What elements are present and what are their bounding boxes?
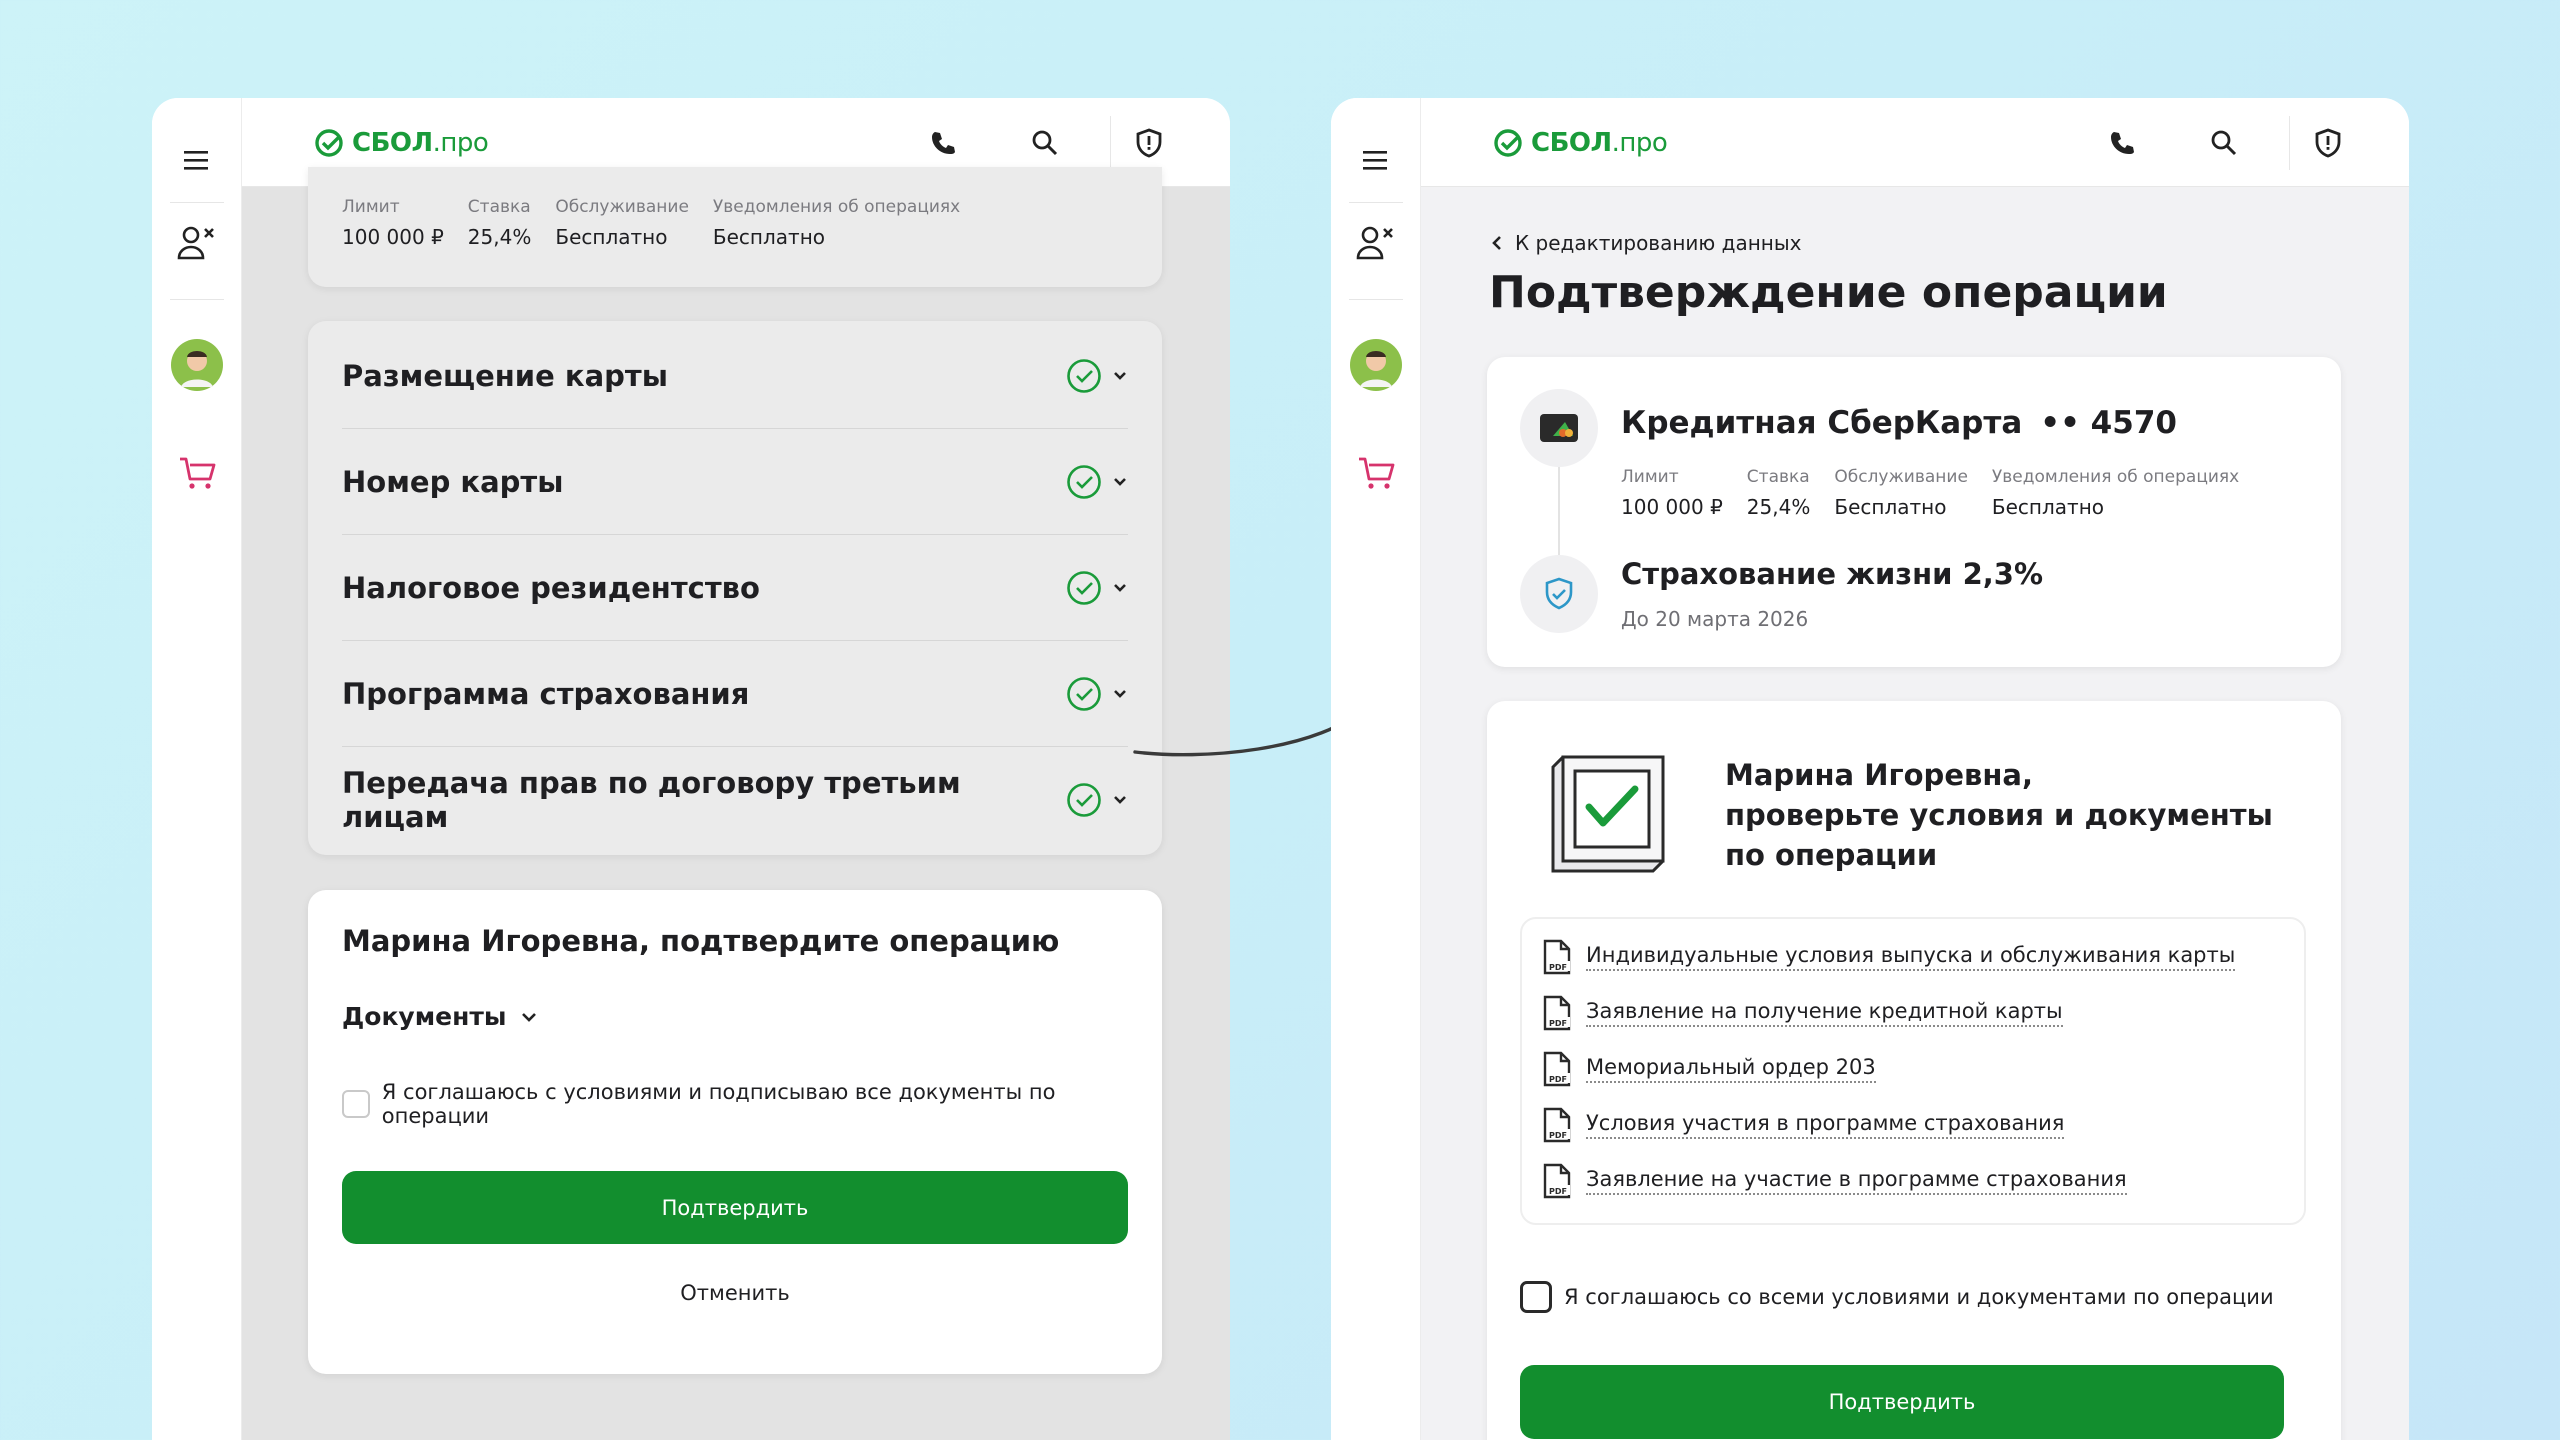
- brand-name: СБОЛ: [1531, 128, 1612, 158]
- product-summary-card: Кредитная СберКарта •• 4570 Лимит 100 000…: [1487, 357, 2341, 667]
- check-circle-icon: [1067, 464, 1101, 499]
- chevron-left-icon: [1492, 236, 1501, 250]
- svg-text:PDF: PDF: [1549, 963, 1567, 972]
- avatar[interactable]: [1331, 338, 1421, 392]
- cart-icon[interactable]: [152, 452, 242, 494]
- confirm-card: Марина Игоревна, подтвердите операцию До…: [308, 890, 1162, 1374]
- brand-logo[interactable]: СБОЛ.про: [314, 128, 489, 158]
- document-item[interactable]: PDF Индивидуальные условия выпуска и обс…: [1542, 929, 2284, 985]
- confirm-operation-button[interactable]: Подтвердить: [1520, 1365, 2284, 1439]
- pdf-file-icon: PDF: [1543, 995, 1571, 1031]
- card-masked-number: •• 4570: [2040, 405, 2177, 441]
- cancel-button[interactable]: Отменить: [342, 1268, 1128, 1318]
- sber-logo-icon: [1494, 129, 1522, 157]
- summary-card: Лимит 100 000 ₽ Ставка 25,4% Обслуживание Б…: [308, 167, 1162, 287]
- page-title: Подтверждение операции: [1489, 267, 2168, 318]
- review-heading: Марина Игоревна, проверьте условия и док…: [1725, 758, 2273, 872]
- brand-suffix: .про: [1611, 128, 1668, 158]
- summary-notifications: Уведомления об операциях Бесплатно: [712, 197, 961, 249]
- agree-checkbox[interactable]: [342, 1090, 370, 1118]
- signed-document-icon: [1545, 749, 1675, 883]
- insurance-until: До 20 марта 2026: [1621, 607, 1809, 631]
- summary-limit: Лимит 100 000 ₽: [342, 197, 444, 249]
- back-link[interactable]: К редактированию данных: [1491, 231, 1801, 255]
- document-item[interactable]: PDF Заявление на участие в программе стр…: [1542, 1153, 2284, 1209]
- document-item[interactable]: PDF Мемориальный ордер 203: [1542, 1041, 2284, 1097]
- agree-all-checkbox[interactable]: [1520, 1281, 1552, 1313]
- pdf-file-icon: PDF: [1543, 1051, 1571, 1087]
- card-rate: Ставка 25,4%: [1746, 467, 1811, 519]
- check-circle-icon: [1067, 570, 1101, 605]
- accordion-row-insurance[interactable]: Программа страхования: [342, 641, 1128, 747]
- right-window: СБОЛ.про К редактированию данных Подтвер…: [1331, 98, 2409, 1440]
- menu-icon[interactable]: [1331, 140, 1421, 180]
- confirm-button[interactable]: Подтвердить: [342, 1171, 1128, 1244]
- check-circle-icon: [1067, 783, 1101, 817]
- svg-text:PDF: PDF: [1549, 1019, 1567, 1028]
- chevron-down-icon: [1114, 583, 1126, 592]
- search-icon[interactable]: [2207, 126, 2241, 160]
- top-header: СБОЛ.про: [1421, 98, 2409, 187]
- security-shield-icon[interactable]: [1132, 126, 1166, 160]
- brand-logo[interactable]: СБОЛ.про: [1493, 128, 1668, 158]
- summary-rate: Ставка 25,4%: [467, 197, 532, 249]
- side-rail: [152, 98, 242, 1440]
- pdf-file-icon: PDF: [1543, 1107, 1571, 1143]
- credit-card-icon: [1520, 389, 1598, 467]
- confirm-title: Марина Игоревна, подтвердите операцию: [342, 924, 1060, 958]
- pdf-file-icon: PDF: [1543, 1163, 1571, 1199]
- left-window: СБОЛ.про Лимит 100 000 ₽ Ставка 25,4% Обсл…: [152, 98, 1230, 1440]
- security-shield-icon[interactable]: [2311, 126, 2345, 160]
- accordion-row-placement[interactable]: Размещение карты: [342, 323, 1128, 429]
- accordion-row-rights-transfer[interactable]: Передача прав по договору третьим лицам: [342, 747, 1128, 853]
- sber-logo-icon: [315, 129, 343, 157]
- svg-text:PDF: PDF: [1549, 1187, 1567, 1196]
- left-content: Лимит 100 000 ₽ Ставка 25,4% Обслуживание Б…: [242, 167, 1230, 1440]
- card-limit: Лимит 100 000 ₽: [1621, 467, 1723, 519]
- brand-name: СБОЛ: [352, 128, 433, 158]
- chevron-down-icon: [1114, 371, 1126, 380]
- side-rail: [1331, 98, 1421, 1440]
- svg-text:PDF: PDF: [1549, 1075, 1567, 1084]
- phone-icon[interactable]: [926, 126, 960, 160]
- avatar[interactable]: [152, 338, 242, 392]
- insurance-title: Страхование жизни 2,3%: [1621, 557, 2044, 591]
- agree-all-text: Я соглашаюсь со всеми условиями и докуме…: [1564, 1285, 2274, 1309]
- documents-toggle[interactable]: Документы: [342, 1002, 538, 1031]
- check-circle-icon: [1067, 676, 1101, 711]
- accordion-row-card-number[interactable]: Номер карты: [342, 429, 1128, 535]
- review-documents-card: Марина Игоревна, проверьте условия и док…: [1487, 701, 2341, 1440]
- chevron-down-icon: [1114, 796, 1126, 804]
- user-remove-icon[interactable]: [152, 218, 242, 268]
- card-service: Обслуживание Бесплатно: [1834, 467, 1968, 519]
- document-item[interactable]: PDF Заявление на получение кредитной кар…: [1542, 985, 2284, 1041]
- phone-icon[interactable]: [2105, 126, 2139, 160]
- chevron-down-icon: [1114, 477, 1126, 486]
- search-icon[interactable]: [1028, 126, 1062, 160]
- pdf-file-icon: PDF: [1543, 939, 1571, 975]
- documents-label: Документы: [342, 1002, 507, 1031]
- accordion-row-tax-residency[interactable]: Налоговое резидентство: [342, 535, 1128, 641]
- sections-accordion: Размещение карты Номер карты Налоговое р…: [308, 321, 1162, 855]
- user-remove-icon[interactable]: [1331, 218, 1421, 268]
- card-notifications: Уведомления об операциях Бесплатно: [1991, 467, 2240, 519]
- agree-text: Я соглашаюсь с условиями и подписываю вс…: [381, 1080, 1056, 1128]
- brand-suffix: .про: [432, 128, 489, 158]
- document-item[interactable]: PDF Условия участия в программе страхова…: [1542, 1097, 2284, 1153]
- cart-icon[interactable]: [1331, 452, 1421, 494]
- chevron-down-icon: [522, 1012, 537, 1022]
- check-circle-icon: [1067, 358, 1101, 393]
- menu-icon[interactable]: [152, 140, 242, 180]
- card-name: Кредитная СберКарта: [1621, 405, 2023, 441]
- summary-service: Обслуживание Бесплатно: [555, 197, 689, 249]
- svg-text:PDF: PDF: [1549, 1131, 1567, 1140]
- right-content: К редактированию данных Подтверждение оп…: [1421, 187, 2409, 1440]
- documents-list: PDF Индивидуальные условия выпуска и обс…: [1520, 917, 2306, 1225]
- insurance-shield-icon: [1520, 555, 1598, 633]
